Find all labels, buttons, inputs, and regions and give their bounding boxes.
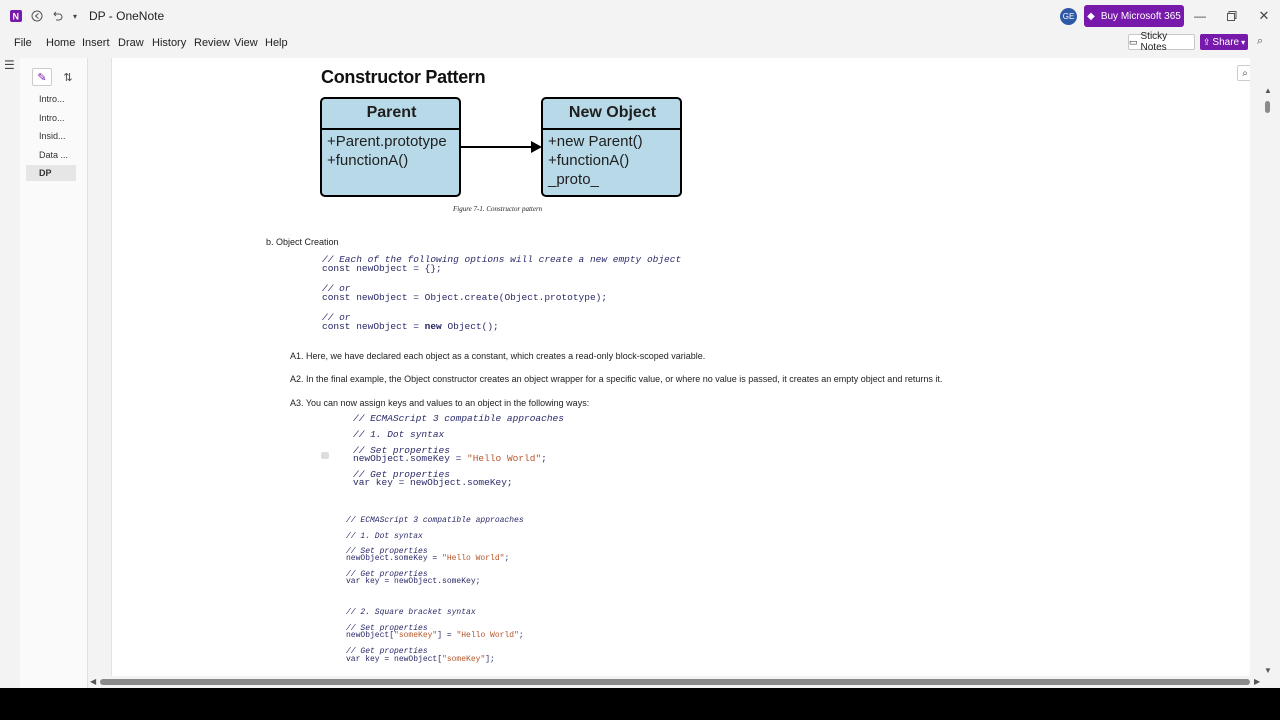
note-canvas[interactable]: ⌕ ⤢ Constructor Pattern Parent +Parent.p… xyxy=(111,58,1250,676)
hamburger-menu-icon[interactable]: ☰ xyxy=(4,58,16,72)
undo-icon[interactable] xyxy=(50,0,64,32)
scroll-left-icon[interactable]: ◀ xyxy=(90,677,96,686)
page-item[interactable]: Data ... xyxy=(26,147,76,163)
paragraph-a1: A1. Here, we have declared each object a… xyxy=(290,351,706,361)
horizontal-scrollbar[interactable]: ◀ ▶ xyxy=(90,677,1262,686)
menu-bar: File Home Insert Draw History Review Vie… xyxy=(0,32,1280,54)
add-page-icon[interactable]: ✎ xyxy=(32,68,52,86)
page-item-selected[interactable]: DP xyxy=(26,165,76,181)
diamond-icon: ◆ xyxy=(1087,10,1095,22)
code-comment: // 1. Dot syntax xyxy=(353,429,445,440)
diagram-newobject-line: _proto_ xyxy=(548,171,599,188)
scroll-right-icon[interactable]: ▶ xyxy=(1254,677,1260,686)
paragraph-a3: A3. You can now assign keys and values t… xyxy=(290,398,590,408)
figure-heading: Constructor Pattern xyxy=(321,67,486,87)
diagram-newobject-line: +functionA() xyxy=(548,152,630,169)
page-item[interactable]: Intro... xyxy=(26,91,76,107)
scroll-down-icon[interactable]: ▼ xyxy=(1264,666,1272,675)
avatar[interactable]: GE xyxy=(1060,8,1077,25)
diagram-parent-line: +functionA() xyxy=(327,152,409,169)
menu-help[interactable]: Help xyxy=(265,37,288,49)
figure-caption: Figure 7-1. Constructor pattern xyxy=(453,205,543,213)
close-icon[interactable]: ✕ xyxy=(1257,0,1271,32)
title-bar: N ▾ DP - OneNote GE ◆ Buy Microsoft 365 … xyxy=(0,0,1280,32)
paragraph-a2: A2. In the final example, the Object con… xyxy=(290,374,943,384)
code-comment: // 1. Dot syntax xyxy=(346,532,423,541)
quick-access-dropdown-icon[interactable]: ▾ xyxy=(70,0,80,32)
menu-history[interactable]: History xyxy=(152,37,186,49)
comment-icon[interactable]: ⌕ xyxy=(1257,35,1271,49)
minimize-icon[interactable]: — xyxy=(1193,0,1207,32)
diagram-newobject-title: New Object xyxy=(568,104,657,121)
taskbar-area xyxy=(0,688,1280,720)
share-button[interactable]: ⇪ Share ▾ xyxy=(1200,34,1248,50)
menu-review[interactable]: Review xyxy=(194,37,230,49)
sticky-note-icon: ▭ xyxy=(1129,36,1138,47)
menu-file[interactable]: File xyxy=(14,37,32,49)
onenote-window: N ▾ DP - OneNote GE ◆ Buy Microsoft 365 … xyxy=(0,0,1280,688)
code-line: const newObject = new Object(); xyxy=(322,321,499,332)
buy-microsoft-365-button[interactable]: ◆ Buy Microsoft 365 xyxy=(1084,5,1184,27)
code-comment: // ECMAScript 3 compatible approaches xyxy=(353,413,564,424)
sort-pages-icon[interactable]: ⇅ xyxy=(58,68,78,86)
diagram-parent-line: +Parent.prototype xyxy=(327,133,447,150)
diagram-parent-title: Parent xyxy=(366,104,417,121)
menu-home[interactable]: Home xyxy=(46,37,75,49)
code-comment: // 2. Square bracket syntax xyxy=(346,608,476,617)
code-line: newObject.someKey = "Hello World"; xyxy=(346,554,510,563)
code-line: var key = newObject.someKey; xyxy=(346,577,481,586)
share-icon: ⇪ xyxy=(1202,36,1211,47)
horizontal-scroll-thumb[interactable] xyxy=(100,679,1250,685)
onenote-logo-icon: N xyxy=(8,0,24,32)
vertical-scroll-thumb[interactable] xyxy=(1265,101,1270,113)
code-line: var key = newObject["someKey"]; xyxy=(346,655,495,664)
code-line: newObject.someKey = "Hello World"; xyxy=(353,453,547,464)
menu-insert[interactable]: Insert xyxy=(82,37,110,49)
menu-view[interactable]: View xyxy=(234,37,258,49)
scroll-up-icon[interactable]: ▲ xyxy=(1264,86,1272,95)
code-line: newObject["someKey"] = "Hello World"; xyxy=(346,631,524,640)
menu-draw[interactable]: Draw xyxy=(118,37,144,49)
code-line: const newObject = Object.create(Object.p… xyxy=(322,292,608,303)
paragraph-handle-icon[interactable] xyxy=(321,452,329,459)
sticky-notes-button[interactable]: ▭ Sticky Notes xyxy=(1128,31,1195,53)
svg-text:N: N xyxy=(13,12,20,22)
page-list-pane: ✎ ⇅ Intro... Intro... Insid... Data ... … xyxy=(20,58,88,688)
code-comment: // ECMAScript 3 compatible approaches xyxy=(346,516,524,525)
chevron-down-icon: ▾ xyxy=(1241,37,1246,47)
code-line: const newObject = {}; xyxy=(322,263,442,274)
back-icon[interactable] xyxy=(30,0,44,32)
search-icon[interactable]: ⌕ xyxy=(1237,65,1250,81)
page-item[interactable]: Intro... xyxy=(26,110,76,126)
section-heading: b. Object Creation xyxy=(266,237,339,247)
code-line: var key = newObject.someKey; xyxy=(353,477,513,488)
window-title: DP - OneNote xyxy=(89,9,165,23)
vertical-scrollbar[interactable]: ▲ ▼ xyxy=(1263,86,1273,680)
restore-icon[interactable] xyxy=(1225,0,1239,32)
diagram-newobject-line: +new Parent() xyxy=(548,133,643,150)
page-item[interactable]: Insid... xyxy=(26,128,76,144)
